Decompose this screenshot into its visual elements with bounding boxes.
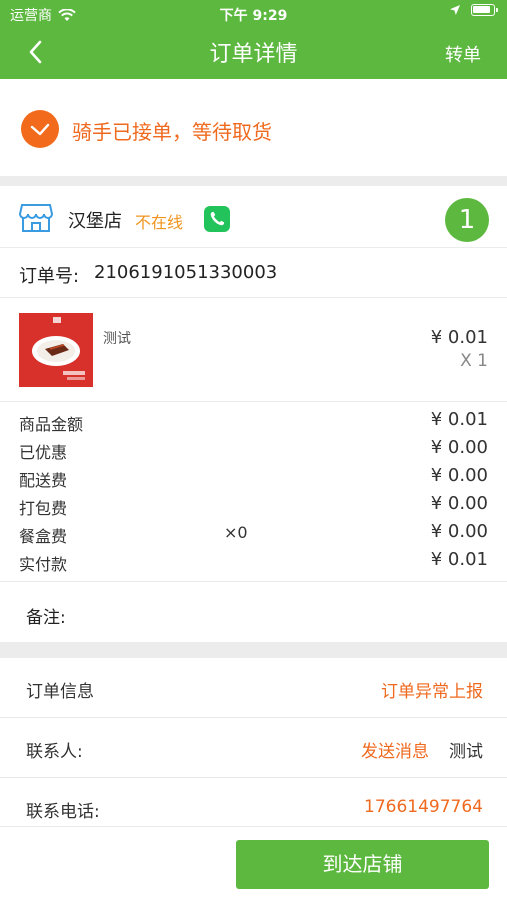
fee-row: 打包费 ¥ 0.00: [0, 491, 507, 519]
fee-value: ¥ 0.01: [430, 549, 488, 570]
fee-row: 餐盒费 ×0 ¥ 0.00: [0, 519, 507, 547]
status-time: 下午 9:29: [219, 8, 288, 24]
store-icon: [18, 204, 54, 232]
product-image: [19, 313, 93, 387]
fee-label: 打包费: [19, 499, 68, 518]
fee-label: 已优惠: [19, 443, 68, 462]
fee-row: 配送费 ¥ 0.00: [0, 463, 507, 491]
order-status-row: 骑手已接单，等待取货: [0, 79, 507, 176]
order-info-label: 订单信息: [26, 682, 94, 702]
fee-label: 商品金额: [19, 415, 84, 434]
product-quantity: X 1: [460, 351, 488, 371]
product-name: 测试: [103, 331, 131, 347]
store-row: 汉堡店 不在线 1: [0, 186, 507, 248]
fee-row: 商品金额 ¥ 0.01: [0, 407, 507, 435]
contact-row: 联系人: 发送消息 测试: [0, 718, 507, 778]
fee-value: ¥ 0.00: [430, 493, 488, 514]
status-bar: 运营商 下午 9:29: [0, 0, 507, 26]
order-number-row: 订单号: 2106191051330003: [0, 248, 507, 298]
page-title: 订单详情: [209, 42, 298, 67]
send-message-button[interactable]: 发送消息: [361, 737, 429, 762]
store-name: 汉堡店: [68, 211, 122, 232]
bottom-action-bar: 到达店铺: [0, 826, 507, 900]
app-header: 运营商 下午 9:29 订单详情 转单: [0, 0, 507, 79]
status-right: [449, 4, 498, 16]
phone-icon[interactable]: [204, 206, 230, 232]
product-item: 测试 ¥ 0.01 X 1: [0, 298, 507, 402]
nav-bar: 订单详情 转单: [0, 26, 507, 79]
contact-label: 联系人:: [26, 742, 83, 762]
order-status-text: 骑手已接单，等待取货: [72, 120, 272, 144]
remark-row: 备注:: [0, 582, 507, 642]
phone-label: 联系电话:: [26, 802, 100, 822]
section-divider: [0, 642, 507, 658]
remark-label: 备注:: [26, 608, 66, 628]
order-number-label: 订单号:: [19, 266, 80, 287]
store-online-status: 不在线: [135, 213, 184, 232]
contact-phone-link[interactable]: 17661497764: [364, 797, 483, 817]
status-check-icon: [21, 110, 59, 148]
product-price: ¥ 0.01: [430, 327, 488, 348]
report-exception-button[interactable]: 订单异常上报: [381, 677, 483, 702]
fee-row: 实付款 ¥ 0.01: [0, 547, 507, 575]
contact-name: 测试: [449, 742, 483, 762]
section-divider: [0, 176, 507, 186]
arrive-at-store-button[interactable]: 到达店铺: [236, 840, 489, 889]
fee-row: 已优惠 ¥ 0.00: [0, 435, 507, 463]
fee-label: 实付款: [19, 555, 68, 574]
fee-breakdown: 商品金额 ¥ 0.01 已优惠 ¥ 0.00 配送费 ¥ 0.00 打包费 ¥ …: [0, 402, 507, 582]
transfer-order-button[interactable]: 转单: [445, 41, 481, 67]
fee-label: 餐盒费: [19, 527, 68, 546]
fee-value: ¥ 0.00: [430, 437, 488, 458]
order-info-row: 订单信息 订单异常上报: [0, 658, 507, 718]
battery-icon: [471, 4, 498, 16]
fee-value: ¥ 0.00: [430, 465, 488, 486]
order-sequence-badge: 1: [445, 198, 489, 242]
fee-value: ¥ 0.00: [430, 521, 488, 542]
order-number-value: 2106191051330003: [94, 262, 278, 283]
box-count: ×0: [224, 523, 248, 542]
location-arrow-icon: [450, 5, 460, 15]
fee-value: ¥ 0.01: [430, 409, 488, 430]
fee-label: 配送费: [19, 471, 68, 490]
